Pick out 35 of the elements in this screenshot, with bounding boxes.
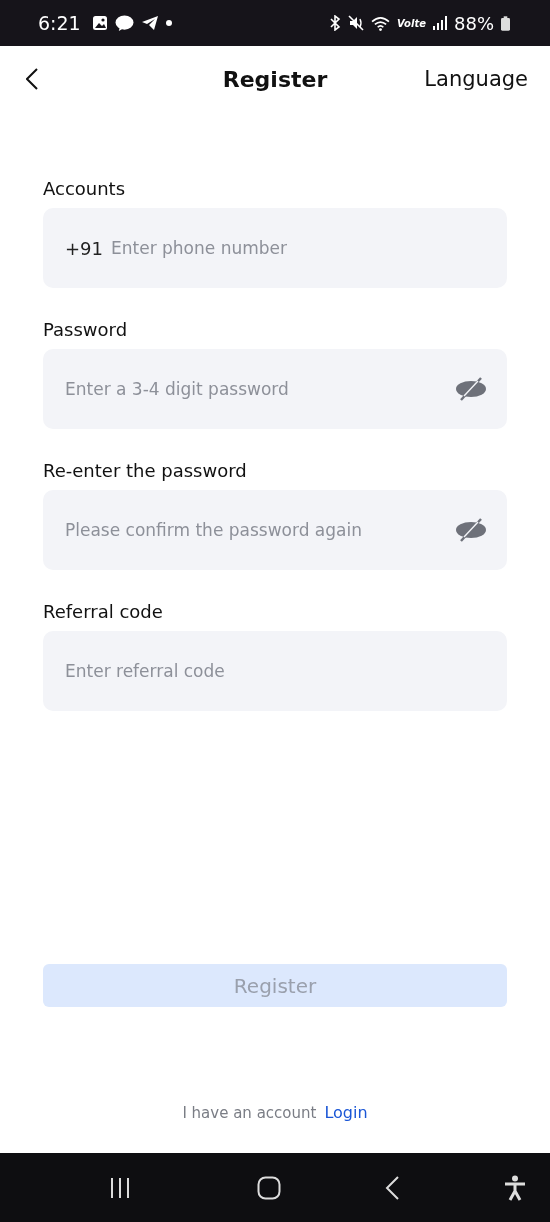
country-code[interactable]: +91 bbox=[65, 237, 103, 259]
network-label: Volte bbox=[397, 17, 426, 29]
home-icon[interactable] bbox=[256, 1175, 281, 1200]
eye-slash-icon[interactable] bbox=[455, 517, 487, 543]
password-input[interactable]: Enter a 3-4 digit password bbox=[65, 379, 447, 399]
field-label: Accounts bbox=[43, 178, 127, 199]
account-prompt: I have an account bbox=[182, 1103, 317, 1122]
phone-field[interactable]: +91 Enter phone number bbox=[43, 208, 507, 288]
password-field[interactable]: Please confirm the password again bbox=[43, 490, 507, 570]
page-title: Register bbox=[222, 66, 328, 92]
bluetooth-icon bbox=[329, 15, 342, 31]
wifi-icon bbox=[371, 15, 391, 31]
dot-icon bbox=[165, 20, 172, 26]
chat-bubble-icon bbox=[114, 14, 134, 32]
battery-percent: 88% bbox=[454, 12, 494, 34]
text-input[interactable]: Enter referral code bbox=[65, 661, 487, 681]
paper-plane-icon bbox=[140, 15, 159, 31]
image-icon bbox=[91, 15, 108, 31]
field-label: Re-enter the password bbox=[43, 460, 248, 481]
clock-time: 6:21 bbox=[38, 12, 81, 34]
eye-slash-icon[interactable] bbox=[455, 376, 487, 402]
mute-icon bbox=[348, 15, 365, 31]
password-field[interactable]: Enter a 3-4 digit password bbox=[43, 349, 507, 429]
accessibility-icon[interactable] bbox=[503, 1174, 526, 1201]
language-link[interactable]: Language bbox=[424, 67, 528, 91]
recent-apps-icon[interactable] bbox=[108, 1175, 132, 1200]
signal-icon bbox=[433, 16, 447, 30]
battery-icon bbox=[501, 15, 510, 31]
text-input[interactable]: Enter phone number bbox=[111, 238, 487, 258]
login-link[interactable]: Login bbox=[324, 1103, 368, 1122]
password-input[interactable]: Please confirm the password again bbox=[65, 520, 447, 540]
back-icon[interactable] bbox=[385, 1175, 400, 1200]
field-label: Referral code bbox=[43, 601, 164, 622]
field-label: Password bbox=[43, 319, 129, 340]
input-field[interactable]: Enter referral code bbox=[43, 631, 507, 711]
